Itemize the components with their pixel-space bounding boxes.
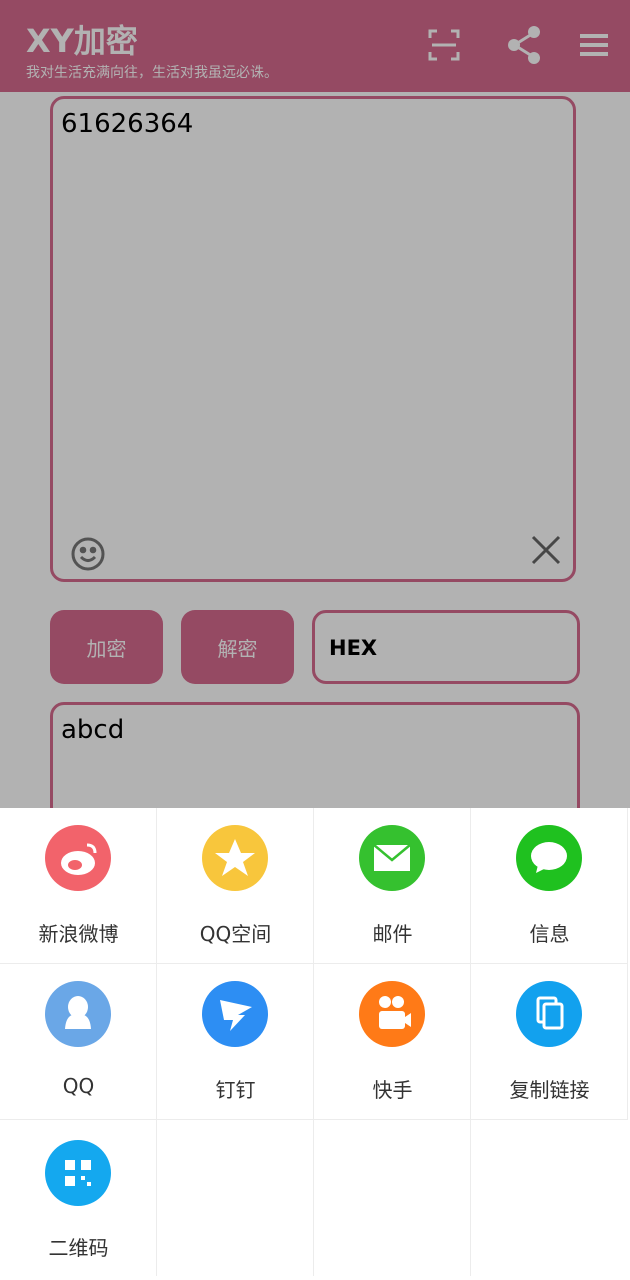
share-empty-cell — [471, 1120, 628, 1276]
share-item-label: 信息 — [529, 922, 570, 946]
weibo-icon — [45, 825, 111, 891]
share-item-qq[interactable]: QQ — [0, 964, 157, 1120]
share-item-label: 快手 — [372, 1078, 413, 1102]
share-item-label: QQ空间 — [199, 922, 272, 946]
share-item-qzone[interactable]: QQ空间 — [157, 808, 314, 964]
share-item-label: 钉钉 — [215, 1078, 256, 1102]
qrcode-icon — [45, 1140, 111, 1206]
dingtalk-icon — [202, 981, 268, 1047]
share-item-weibo[interactable]: 新浪微博 — [0, 808, 157, 964]
share-sheet: 新浪微博 QQ空间 邮件 信息 QQ 钉钉 快手 复制链接 二维码 — [0, 808, 630, 1280]
share-item-message[interactable]: 信息 — [471, 808, 628, 964]
share-item-qrcode[interactable]: 二维码 — [0, 1120, 157, 1276]
share-item-label: 复制链接 — [509, 1078, 590, 1102]
share-item-mail[interactable]: 邮件 — [314, 808, 471, 964]
app-root: XY加密 我对生活充满向往，生活对我虽远必诛。 61626364 加密 解密 H… — [0, 0, 630, 1280]
share-item-label: 邮件 — [372, 922, 413, 946]
message-icon — [516, 825, 582, 891]
qq-icon — [45, 981, 111, 1047]
kuaishou-icon — [359, 981, 425, 1047]
share-empty-cell — [314, 1120, 471, 1276]
copy-link-icon — [516, 981, 582, 1047]
mail-icon — [359, 825, 425, 891]
share-item-label: QQ — [62, 1074, 95, 1098]
share-item-copy-link[interactable]: 复制链接 — [471, 964, 628, 1120]
share-item-label: 新浪微博 — [38, 922, 119, 946]
share-item-dingtalk[interactable]: 钉钉 — [157, 964, 314, 1120]
share-item-label: 二维码 — [48, 1236, 109, 1260]
qzone-icon — [202, 825, 268, 891]
share-item-kuaishou[interactable]: 快手 — [314, 964, 471, 1120]
share-empty-cell — [157, 1120, 314, 1276]
